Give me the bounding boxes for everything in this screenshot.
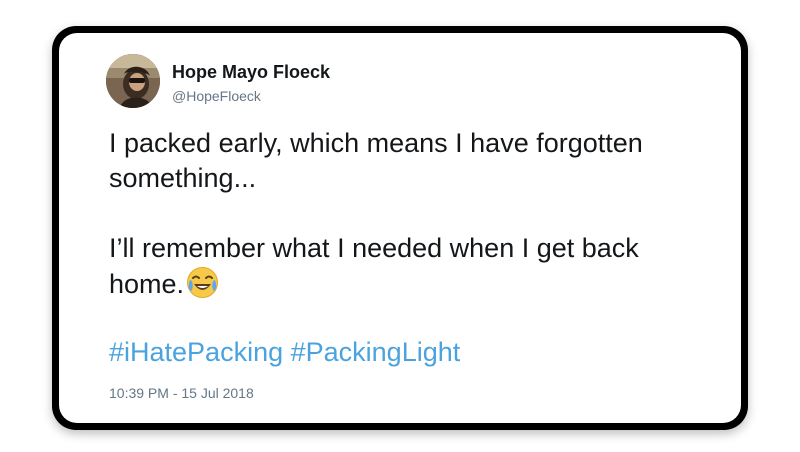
tweet-timestamp[interactable]: 10:39 PM - 15 Jul 2018 <box>109 385 254 401</box>
hashtag-link[interactable]: #iHatePacking <box>109 337 283 367</box>
face-with-tears-of-joy-icon <box>186 266 219 299</box>
tweet-card: Hope Mayo Floeck @HopeFloeck I packed ea… <box>59 33 741 423</box>
author-name[interactable]: Hope Mayo Floeck <box>172 62 330 83</box>
tweet-text: I packed early, which means I have forgo… <box>109 126 709 302</box>
avatar[interactable] <box>106 54 160 108</box>
tweet-card-frame: Hope Mayo Floeck @HopeFloeck I packed ea… <box>52 26 748 430</box>
hashtag-list: #iHatePacking #PackingLight <box>109 335 460 370</box>
hashtag-link[interactable]: #PackingLight <box>291 337 461 367</box>
tweet-paragraph-2: I’ll remember what I needed when I get b… <box>109 231 709 302</box>
avatar-photo <box>106 54 160 108</box>
tweet-paragraph: I packed early, which means I have forgo… <box>109 128 643 193</box>
author-handle[interactable]: @HopeFloeck <box>172 88 261 104</box>
